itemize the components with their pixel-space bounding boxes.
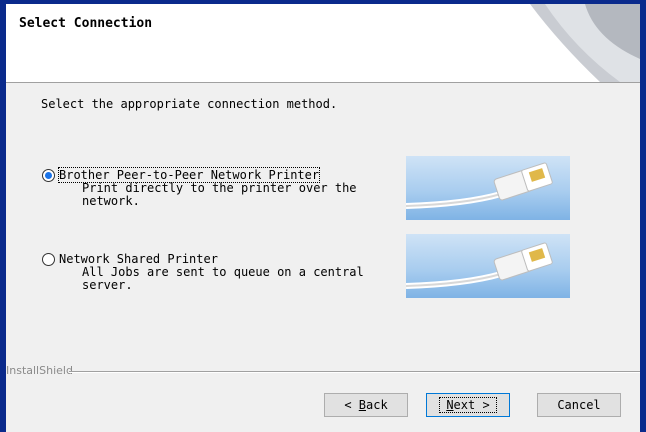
option-network-shared-description: All Jobs are sent to queue on a central … xyxy=(82,265,364,292)
radio-network-shared[interactable] xyxy=(42,253,55,266)
network-cable-image xyxy=(405,156,570,220)
next-button-label: Next > xyxy=(439,397,497,413)
back-button-label-rest: ack xyxy=(366,398,388,412)
back-button-accesskey: B xyxy=(358,398,366,412)
installshield-brand: InstallShield xyxy=(6,364,73,377)
page-title: Select Connection xyxy=(19,16,153,31)
installer-dialog: Select Connection Select the appropriate… xyxy=(6,4,640,432)
option-network-shared-label[interactable]: Network Shared Printer xyxy=(59,252,218,266)
dialog-header: Select Connection xyxy=(6,4,640,83)
back-button-prefix: < xyxy=(344,398,359,412)
option-peer-to-peer-label[interactable]: Brother Peer-to-Peer Network Printer xyxy=(57,167,321,183)
network-cable-image xyxy=(405,234,570,298)
footer-divider xyxy=(69,371,640,373)
option-peer-to-peer-description: Print directly to the printer over the n… xyxy=(82,181,357,208)
back-button[interactable]: < Back xyxy=(324,393,408,417)
radio-peer-to-peer[interactable] xyxy=(42,169,55,182)
instruction-text: Select the appropriate connection method… xyxy=(41,97,338,111)
cancel-button[interactable]: Cancel xyxy=(537,393,621,417)
next-button-label-rest: ext > xyxy=(453,398,490,412)
next-button[interactable]: Next > xyxy=(426,393,510,417)
header-decorative-graphic xyxy=(530,4,640,82)
next-button-accesskey: N xyxy=(446,398,454,412)
